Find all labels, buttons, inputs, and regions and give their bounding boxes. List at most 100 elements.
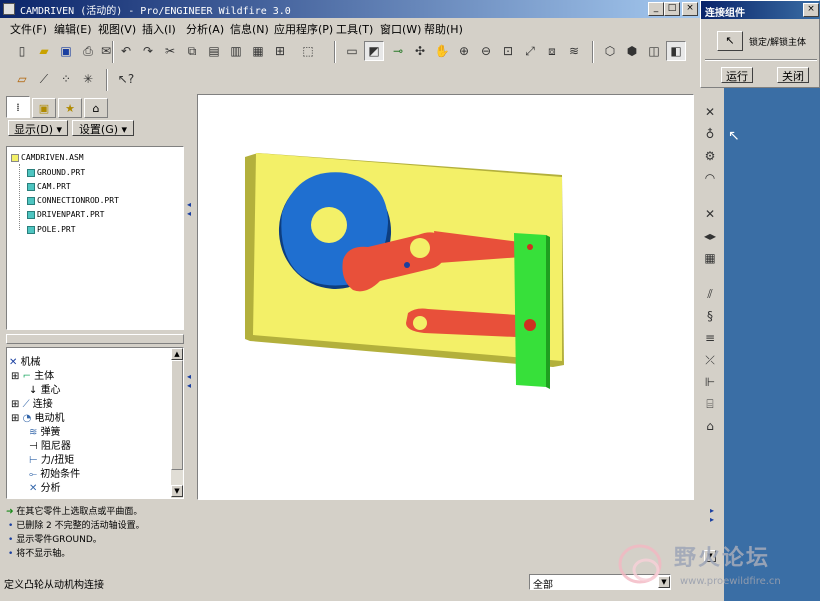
slot-icon[interactable]: ⫽ xyxy=(700,284,720,304)
model-view[interactable] xyxy=(198,95,695,501)
mech-item-analyses[interactable]: ✕ 分析 xyxy=(29,479,61,494)
collapse-arrow-icon[interactable]: ◂ ◂ xyxy=(187,372,191,390)
show-menu-button[interactable]: 显示(D) ▾ xyxy=(8,120,68,136)
tree-item-drivenpart[interactable]: DRIVENPART.PRT xyxy=(27,210,104,219)
menu-tools[interactable]: 工具(T) xyxy=(336,21,373,37)
mech-item-dampers[interactable]: ⊣ 阻尼器 xyxy=(29,437,71,452)
mech-item-connections[interactable]: ⊞ ⟋ 连接 xyxy=(11,395,53,410)
mech-item-motors[interactable]: ⊞ ◔ 电动机 xyxy=(11,409,64,424)
measure-icon[interactable]: ⌸ xyxy=(700,394,720,414)
zoom-in-icon[interactable]: ⊕ xyxy=(454,41,474,61)
mech-tree-scrollbar[interactable]: ▲ ▼ xyxy=(171,348,183,498)
select-box-icon[interactable]: ⬚ xyxy=(298,41,318,61)
tree-root[interactable]: CAMDRIVEN.ASM xyxy=(11,153,84,162)
open-folder-icon[interactable]: ▰ xyxy=(34,41,54,61)
flip-icon[interactable]: ◂▸ xyxy=(700,226,720,246)
connect-assembly-dialog: 连接组件 × ↖ 锁定/解锁主体 运行 关闭 xyxy=(700,0,820,88)
force-tool-icon[interactable]: ⤫ xyxy=(700,350,720,370)
spring-tool-icon[interactable]: § xyxy=(700,306,720,326)
gravity-tool-icon[interactable]: ♁ xyxy=(700,124,720,144)
mech-item-initial-conditions[interactable]: ⟜ 初始条件 xyxy=(29,465,80,480)
damper-tool-icon[interactable]: ≡ xyxy=(700,328,720,348)
menu-insert[interactable]: 插入(I) xyxy=(142,21,176,37)
gear-pair-icon[interactable]: ⚙ xyxy=(700,146,720,166)
motor-tool-icon[interactable]: ⊩ xyxy=(700,372,720,392)
pole[interactable] xyxy=(514,233,546,387)
paste-special-icon[interactable]: ▥ xyxy=(226,41,246,61)
drag-icon[interactable]: ✕ xyxy=(700,204,720,224)
datum-axis-icon[interactable]: ⟋ xyxy=(34,69,54,89)
spin-center-icon[interactable]: ✣ xyxy=(410,41,430,61)
redo-icon[interactable]: ↷ xyxy=(138,41,158,61)
dialog-title-bar: 连接组件 × xyxy=(701,1,820,19)
dialog-close-action-button[interactable]: 关闭 xyxy=(777,67,809,83)
context-help-icon[interactable]: ↖? xyxy=(116,69,136,89)
hidden-line-icon[interactable]: ⬢ xyxy=(622,41,642,61)
find-icon[interactable]: ⊞ xyxy=(270,41,290,61)
refit-icon[interactable]: ⊡ xyxy=(498,41,518,61)
pan-hand-icon[interactable]: ✋ xyxy=(432,41,452,61)
paste-icon[interactable]: ▤ xyxy=(204,41,224,61)
menu-help[interactable]: 帮助(H) xyxy=(424,21,463,37)
undo-icon[interactable]: ↶ xyxy=(116,41,136,61)
scroll-up-icon[interactable]: ▲ xyxy=(171,348,183,360)
menu-edit[interactable]: 编辑(E) xyxy=(54,21,92,37)
results-icon[interactable]: ⌂ xyxy=(700,416,720,436)
connections-tab-icon[interactable]: ⌂ xyxy=(84,98,108,118)
tree-item-connectionrod[interactable]: CONNECTIONROD.PRT xyxy=(27,196,119,205)
connect-icon[interactable]: ⊸ xyxy=(388,41,408,61)
menu-info[interactable]: 信息(N) xyxy=(230,21,269,37)
tree-item-cam[interactable]: CAM.PRT xyxy=(27,182,71,191)
copy-icon[interactable]: ⧉ xyxy=(182,41,202,61)
layers-stack-icon[interactable]: ≋ xyxy=(564,41,584,61)
panel-splitter[interactable] xyxy=(6,334,184,344)
sketch-icon[interactable]: ◩ xyxy=(364,41,384,61)
favorites-tab-icon[interactable]: ★ xyxy=(58,98,82,118)
mechanism-connect-icon[interactable]: ✕ xyxy=(700,102,720,122)
menu-applications[interactable]: 应用程序(P) xyxy=(274,21,333,37)
scroll-down-icon[interactable]: ▼ xyxy=(171,485,183,497)
print-icon[interactable]: ⎙ xyxy=(78,41,98,61)
saved-views-icon[interactable]: ⧈ xyxy=(542,41,562,61)
maximize-button[interactable]: □ xyxy=(664,2,680,16)
datum-plane-icon[interactable]: ▱ xyxy=(12,69,32,89)
shading-icon[interactable]: ◧ xyxy=(666,41,686,61)
layers-icon[interactable]: ▭ xyxy=(342,41,362,61)
cam-follower-icon[interactable]: ◠ xyxy=(700,168,720,188)
regenerate-icon[interactable]: ▦ xyxy=(248,41,268,61)
model-tree-tab-icon[interactable]: ⁞ xyxy=(6,96,30,118)
tree-item-ground[interactable]: GROUND.PRT xyxy=(27,168,85,177)
mech-root[interactable]: ✕ 机械 xyxy=(9,353,41,368)
cut-icon[interactable]: ✂ xyxy=(160,41,180,61)
menu-view[interactable]: 视图(V) xyxy=(98,21,136,37)
menu-file[interactable]: 文件(F) xyxy=(10,21,47,37)
coordinate-system-icon[interactable]: ✳ xyxy=(78,69,98,89)
menu-analysis[interactable]: 分析(A) xyxy=(186,21,224,37)
settings-menu-button[interactable]: 设置(G) ▾ xyxy=(72,120,134,136)
minimize-button[interactable]: _ xyxy=(648,2,664,16)
mech-item-springs[interactable]: ≋ 弹簧 xyxy=(29,423,61,438)
datum-point-icon[interactable]: ⁘ xyxy=(56,69,76,89)
expand-arrow-icon[interactable]: ▸ ▸ xyxy=(710,506,714,524)
folder-browser-tab-icon[interactable]: ▣ xyxy=(32,98,56,118)
close-button[interactable]: × xyxy=(682,2,698,16)
run-button[interactable]: 运行 xyxy=(721,67,753,83)
collapse-arrow-icon[interactable]: ◂ ◂ xyxy=(187,200,191,218)
graphics-window[interactable] xyxy=(197,94,694,500)
mech-item-forces[interactable]: ⊢ 力/扭矩 xyxy=(29,451,74,466)
select-arrow-icon[interactable]: ↖ xyxy=(717,31,743,51)
grid-icon[interactable]: ▦ xyxy=(700,248,720,268)
menu-window[interactable]: 窗口(W) xyxy=(380,21,421,37)
dialog-close-button[interactable]: × xyxy=(803,3,819,17)
cam-hub[interactable] xyxy=(311,207,347,243)
tree-item-pole[interactable]: POLE.PRT xyxy=(27,225,76,234)
reorient-icon[interactable]: ⤢ xyxy=(520,41,540,61)
save-icon[interactable]: ▣ xyxy=(56,41,76,61)
new-file-icon[interactable]: ▯ xyxy=(12,41,32,61)
mech-item-gravity[interactable]: ↓ 重心 xyxy=(29,381,61,396)
wireframe-icon[interactable]: ⬡ xyxy=(600,41,620,61)
mech-item-bodies[interactable]: ⊞ ⌐ 主体 xyxy=(11,367,54,382)
zoom-out-icon[interactable]: ⊖ xyxy=(476,41,496,61)
no-hidden-icon[interactable]: ◫ xyxy=(644,41,664,61)
scroll-thumb[interactable] xyxy=(171,360,183,470)
